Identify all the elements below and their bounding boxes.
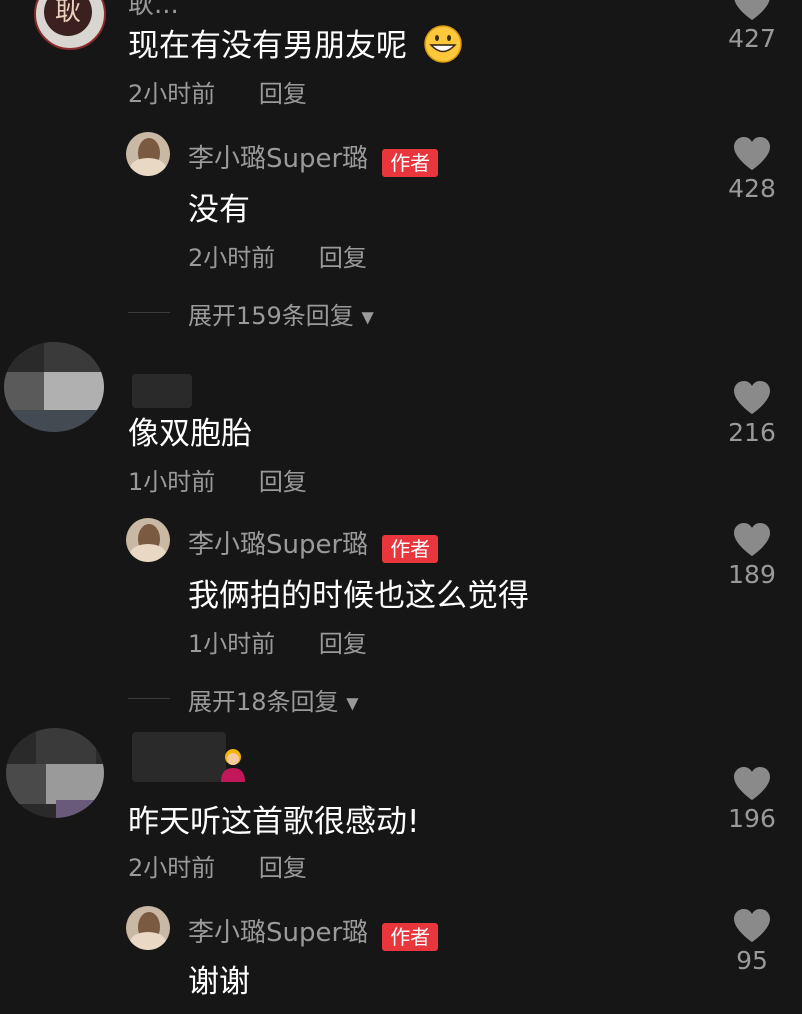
- expand-replies-button[interactable]: 展开159条回复 ▼: [188, 296, 374, 331]
- like-count: 196: [728, 804, 776, 833]
- comment-time: 2小时前: [128, 80, 216, 108]
- heart-icon: [734, 523, 770, 556]
- heart-icon: [734, 381, 770, 414]
- reply-time: 1小时前: [188, 630, 276, 658]
- avatar-glyph: 耿: [44, 0, 92, 36]
- avatar[interactable]: [4, 342, 104, 432]
- triangle-down-icon: ▼: [361, 307, 374, 327]
- reply-text: 谢谢: [188, 964, 250, 1000]
- comment-time: 1小时前: [128, 468, 216, 496]
- like-button[interactable]: 95: [712, 908, 792, 975]
- reply-meta: 1小时前 回复: [188, 624, 367, 659]
- like-count: 427: [728, 24, 776, 53]
- expand-replies-button[interactable]: 展开18条回复 ▼: [188, 682, 359, 717]
- author-badge: 作者: [382, 534, 439, 563]
- comment-text-body: 现在有没有男朋友呢: [128, 28, 407, 64]
- author-badge: 作者: [382, 922, 439, 951]
- author-username[interactable]: 李小璐Super璐: [188, 530, 368, 560]
- like-button[interactable]: 189: [712, 522, 792, 589]
- expand-replies-label: 展开159条回复: [188, 302, 354, 330]
- avatar[interactable]: 耿: [34, 0, 106, 50]
- heart-icon: [734, 767, 770, 800]
- reply-header: 李小璐Super璐 作者: [188, 524, 439, 563]
- comment-text: 像双胞胎: [128, 416, 252, 452]
- reply-header: 李小璐Super璐 作者: [188, 138, 439, 177]
- like-button[interactable]: 216: [712, 380, 792, 447]
- comment-username[interactable]: 耿...: [128, 0, 179, 21]
- comment-meta: 1小时前 回复: [128, 462, 307, 497]
- author-avatar[interactable]: [126, 132, 170, 176]
- expand-divider: [128, 698, 170, 699]
- comment-meta: 2小时前 回复: [128, 848, 307, 883]
- reply-button[interactable]: 回复: [259, 468, 307, 496]
- comment-meta: 2小时前 回复: [128, 74, 307, 109]
- blurred-username[interactable]: [132, 374, 192, 408]
- comment-time: 2小时前: [128, 854, 216, 882]
- person-emoji-icon: [218, 748, 248, 786]
- reply-meta: 2小时前 回复: [188, 238, 367, 273]
- like-count: 95: [736, 946, 768, 975]
- author-avatar[interactable]: [126, 906, 170, 950]
- like-button[interactable]: 196: [712, 766, 792, 833]
- author-username[interactable]: 李小璐Super璐: [188, 144, 368, 174]
- expand-replies-label: 展开18条回复: [188, 688, 339, 716]
- reply-text: 没有: [188, 192, 250, 228]
- author-username[interactable]: 李小璐Super璐: [188, 918, 368, 948]
- grinning-face-icon: [423, 24, 463, 72]
- comment-text: 昨天听这首歌很感动!: [128, 804, 420, 840]
- reply-button[interactable]: 回复: [319, 630, 367, 658]
- author-avatar[interactable]: [126, 518, 170, 562]
- reply-button[interactable]: 回复: [319, 244, 367, 272]
- reply-text: 我俩拍的时候也这么觉得: [188, 578, 529, 614]
- heart-icon: [734, 137, 770, 170]
- expand-divider: [128, 312, 170, 313]
- reply-header: 李小璐Super璐 作者: [188, 912, 439, 951]
- like-count: 216: [728, 418, 776, 447]
- reply-button[interactable]: 回复: [259, 854, 307, 882]
- comment-text: 现在有没有男朋友呢: [128, 20, 463, 72]
- reply-button[interactable]: 回复: [259, 80, 307, 108]
- like-count: 428: [728, 174, 776, 203]
- like-count: 189: [728, 560, 776, 589]
- like-button[interactable]: 427: [712, 0, 792, 53]
- heart-icon: [734, 909, 770, 942]
- reply-time: 2小时前: [188, 244, 276, 272]
- blurred-username[interactable]: [132, 732, 226, 782]
- author-badge: 作者: [382, 148, 439, 177]
- triangle-down-icon: ▼: [346, 693, 359, 713]
- avatar[interactable]: [6, 728, 104, 818]
- heart-icon: [734, 0, 770, 20]
- like-button[interactable]: 428: [712, 136, 792, 203]
